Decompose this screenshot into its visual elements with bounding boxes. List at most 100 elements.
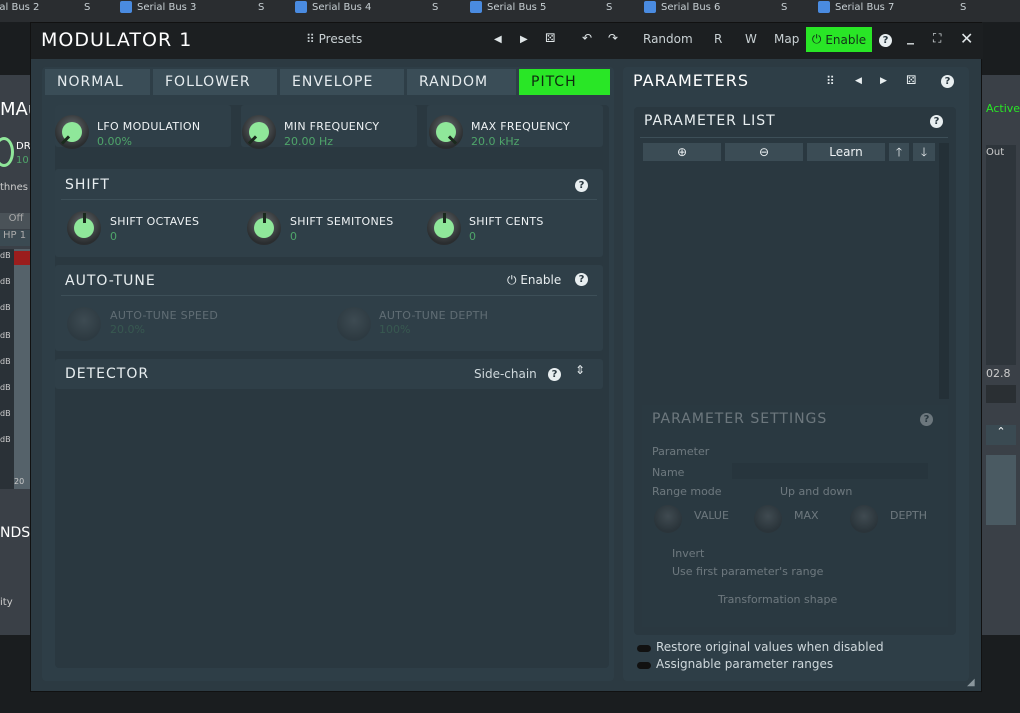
next-icon[interactable]: ▶ [880,76,887,86]
section-title: PARAMETER SETTINGS [652,411,828,427]
solo-button[interactable]: S [84,0,90,18]
use-first-range-toggle[interactable]: Use first parameter's range [672,565,823,578]
scrollbar[interactable] [939,143,949,399]
knob-value: 0 [290,230,297,243]
transformation-shape-button[interactable]: Transformation shape [718,593,837,606]
move-up-icon[interactable]: 🡑 [889,143,909,161]
tab-follower[interactable]: FOLLOWER [153,69,277,95]
bg-scale: dB [0,357,11,366]
name-field[interactable] [732,463,928,479]
r-button[interactable]: R [714,32,722,46]
tab-pitch[interactable]: PITCH [519,69,610,95]
knob-label: SHIFT SEMITONES [290,215,394,228]
help-icon[interactable]: ? [879,34,892,47]
help-icon[interactable]: ? [575,179,588,192]
background-plugin-left: MAu DR 10 thnes Off HP 1 dB dB dB dB dB … [0,75,39,635]
value-knob[interactable] [654,505,682,533]
knob-label: SHIFT OCTAVES [110,215,200,228]
tab-random[interactable]: RANDOM [407,69,516,95]
autotune-depth-knob[interactable] [337,307,371,341]
bg-field [986,385,1016,403]
enable-button[interactable]: ⏻ Enable [806,27,872,52]
solo-button[interactable]: S [432,0,438,18]
range-mode-value[interactable]: Up and down [780,485,852,498]
tab-normal[interactable]: NORMAL [45,69,150,95]
add-parameter-button[interactable]: ⊕ [643,143,721,161]
max-knob[interactable] [754,505,782,533]
help-icon[interactable]: ? [575,273,588,286]
autotune-speed-knob[interactable] [67,307,101,341]
help-icon[interactable]: ? [941,75,954,88]
depth-knob[interactable] [850,505,878,533]
bg-label: NDS [0,525,31,541]
autotune-section: AUTO-TUNE ⏻ Enable ? AUTO-TUNE SPEED 20.… [55,265,603,351]
bg-scale: dB [0,251,11,260]
knob-value: 20.0 kHz [471,135,520,148]
previous-icon[interactable]: ◀ [855,76,862,86]
knob-label: SHIFT CENTS [469,215,544,228]
plus-icon: ⊕ [676,145,688,159]
section-title: AUTO-TUNE [65,273,156,289]
knob-label: AUTO-TUNE SPEED [110,309,219,322]
shift-cents-knob[interactable] [427,211,461,245]
parameter-list-title: PARAMETER LIST [644,113,776,129]
knob-label: MAX [794,509,819,522]
field-label: Name [652,466,685,479]
knob-value: 0 [469,230,476,243]
detector-section: DETECTOR Side-chain ? ⇕ [55,359,603,389]
redo-icon[interactable]: ↷ [608,31,618,45]
solo-button[interactable]: S [606,0,612,18]
background-plugin-right: Active Out 02.8 ⌃ [982,75,1020,635]
presets-button[interactable]: ⠿ Presets [306,32,362,46]
undo-icon[interactable]: ↶ [582,31,592,45]
map-button[interactable]: Map [774,32,799,46]
knob-label: AUTO-TUNE DEPTH [379,309,489,322]
learn-button[interactable]: Learn [807,143,885,161]
close-icon[interactable]: ✕ [960,29,973,48]
sidechain-button[interactable]: Side-chain [474,367,537,381]
minus-icon: ⊖ [758,145,770,159]
assignable-ranges-toggle[interactable] [637,662,651,669]
bus-meter [470,0,598,18]
lfo-modulation-knob[interactable] [55,115,89,149]
help-icon[interactable]: ? [920,413,933,426]
restore-values-toggle[interactable] [637,645,651,652]
knob-value: 100% [379,323,411,336]
grid-icon[interactable]: ⠿ [826,74,835,88]
resize-grip-icon[interactable]: ◢ [967,677,975,688]
min-frequency-knob[interactable] [242,115,276,149]
chevron-updown-icon[interactable]: ⇕ [575,363,585,377]
fullscreen-icon[interactable]: ⛶ [933,31,941,46]
w-button[interactable]: W [745,32,757,46]
bus-meter [120,0,250,18]
dice-icon[interactable]: ⚄ [545,31,555,45]
random-button[interactable]: Random [643,32,693,46]
max-frequency-knob[interactable] [429,115,463,149]
move-down-icon[interactable]: 🡓 [913,143,935,161]
host-track-strip: Serial Bus 2 S Serial Bus 3 S Serial Bus… [0,0,1020,22]
window-title: MODULATOR 1 [41,29,193,51]
divider [61,199,597,200]
next-icon[interactable]: ▶ [520,34,528,45]
previous-icon[interactable]: ◀ [494,34,502,45]
shift-semitones-knob[interactable] [247,211,281,245]
remove-parameter-button[interactable]: ⊖ [725,143,803,161]
section-title: DETECTOR [65,366,150,382]
shift-octaves-knob[interactable] [67,211,101,245]
bg-label: Out [986,147,1005,158]
autotune-enable-button[interactable]: ⏻ Enable [507,273,561,288]
solo-button[interactable]: S [960,0,966,18]
field-label: Parameter [652,445,710,458]
divider [640,137,948,138]
grid-icon: ⠿ [306,32,315,46]
solo-button[interactable]: S [781,0,787,18]
solo-button[interactable]: S [258,0,264,18]
help-icon[interactable]: ? [548,368,561,381]
help-icon[interactable]: ? [930,115,943,128]
dice-icon[interactable]: ⚄ [906,73,916,87]
tab-envelope[interactable]: ENVELOPE [280,69,404,95]
knob-value: 20.00 Hz [284,135,334,148]
invert-toggle[interactable]: Invert [672,547,704,560]
minimize-icon[interactable]: _ [907,29,914,45]
bg-label: DR [16,141,31,152]
